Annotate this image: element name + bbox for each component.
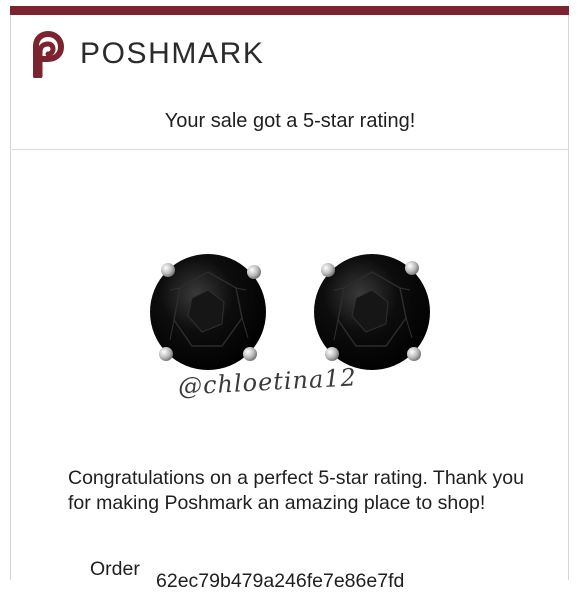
congratulations-message: Congratulations on a perfect 5-star rati… <box>68 467 524 514</box>
brand-header[interactable]: POSHMARK <box>26 30 265 78</box>
right-border <box>568 15 569 580</box>
header-accent-bar <box>10 6 569 15</box>
left-earring <box>150 254 266 370</box>
poshmark-logo-icon <box>33 30 65 78</box>
order-label: Order <box>90 558 140 580</box>
right-earring <box>314 254 430 370</box>
left-border <box>10 15 11 580</box>
order-id-link[interactable]: 62ec79b479a246fe7e86e7fd <box>156 570 404 593</box>
brand-name: POSHMARK <box>80 37 265 70</box>
section-divider <box>12 149 568 150</box>
email-headline: Your sale got a 5-star rating! <box>164 110 416 132</box>
